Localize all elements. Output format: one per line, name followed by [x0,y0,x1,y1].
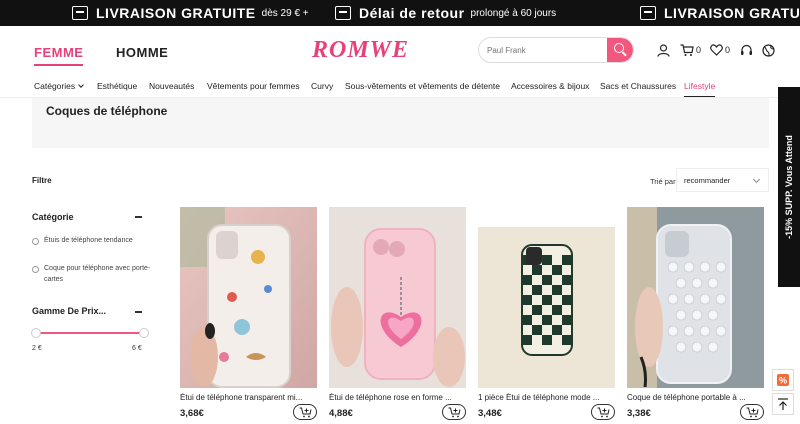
radio-button[interactable] [32,266,39,273]
cart-button[interactable]: 0 [680,43,701,57]
price-slider-track[interactable] [36,332,144,334]
site-header: FEMME HOMME ROMWE 0 0 [0,26,800,76]
search-input[interactable] [479,38,609,62]
promo-sub: prolongé à 60 jours [470,7,557,19]
collapse-icon[interactable] [135,216,142,218]
cart-icon [680,43,694,56]
product-name[interactable]: 1 pièce Étui de téléphone mode ... [478,393,615,402]
promo-title: LIVRAISON GRATUITE [664,5,800,21]
category-nav: Catégories Esthétique Nouveautés Vêtemen… [0,76,800,98]
wishlist-count: 0 [725,45,731,55]
product-image[interactable] [180,207,317,388]
gender-femme-link[interactable]: FEMME [34,45,84,66]
product-price: 3,38€ [627,408,651,419]
collapse-icon[interactable] [135,311,142,313]
nav-item-categories[interactable]: Catégories [34,81,85,91]
search-bar [478,37,634,63]
account-button[interactable] [657,43,670,57]
sort-value: recommander [684,176,731,185]
category-option-label: Coque pour téléphone avec porte-cartes [44,265,151,283]
add-to-cart-button[interactable] [442,404,466,420]
promo-return[interactable]: Délai de retour prolongé à 60 jours [335,0,556,26]
promo-free-shipping-repeat[interactable]: LIVRAISON GRATUITE [640,0,800,26]
nav-item-accessoires[interactable]: Accessoires & bijoux [511,81,589,91]
search-icon [614,43,624,53]
promo-title: Délai de retour [359,5,465,21]
nav-item-nouveautes[interactable]: Nouveautés [149,81,194,91]
product-name[interactable]: Étui de téléphone rose en forme ... [329,393,466,402]
promo-title: LIVRAISON GRATUITE [96,5,256,21]
return-box-icon [335,6,351,20]
nav-item-esthetique[interactable]: Esthétique [97,81,137,91]
price-slider-max-handle[interactable] [139,328,149,338]
product-image[interactable] [329,207,466,388]
truck-icon [640,6,656,20]
back-to-top-button[interactable] [772,393,794,415]
promo-free-shipping[interactable]: LIVRAISON GRATUITE dès 29 € + [72,0,309,26]
page-header-box: Coques de téléphone [32,98,769,148]
category-option[interactable]: Étuis de téléphone tendance [32,235,154,246]
headset-icon [741,44,752,55]
page-title: Coques de téléphone [46,104,168,118]
category-filter-title[interactable]: Catégorie [32,212,74,222]
discount-tag-icon: % [777,374,789,386]
nav-item-sacs-chaussures[interactable]: Sacs et Chaussures [600,81,676,91]
price-slider-min-handle[interactable] [31,328,41,338]
cart-plus-icon [448,407,461,418]
sort-label: Trié par [650,177,676,186]
price-max-value: 6 € [132,345,142,352]
promo-sub: dès 29 € + [261,7,309,19]
chevron-down-icon [752,175,761,184]
category-option-label: Étuis de téléphone tendance [44,237,133,244]
cart-plus-icon [597,407,610,418]
filter-label: Filtre [32,176,52,185]
cart-plus-icon [746,407,759,418]
nav-item-curvy[interactable]: Curvy [311,81,333,91]
wishlist-button[interactable]: 0 [710,43,730,57]
discount-tab-label: -15% SUPP. Vous Attend [784,135,794,239]
nav-item-vetements-femmes[interactable]: Vêtements pour femmes [207,81,300,91]
support-button[interactable] [740,43,753,57]
price-filter-title[interactable]: Gamme De Prix... [32,306,106,316]
radio-button[interactable] [32,238,39,245]
nav-item-lifestyle[interactable]: Lifestyle [684,81,716,97]
chevron-down-icon [78,82,85,88]
language-button[interactable] [762,43,775,57]
user-icon [657,43,670,57]
coupon-button[interactable]: % [772,369,794,391]
nav-item-sous-vetements[interactable]: Sous-vêtements et vêtements de détente [345,81,500,91]
product-image[interactable] [478,207,615,388]
search-button[interactable] [607,38,633,62]
product-price: 3,48€ [478,408,502,419]
globe-icon [762,43,775,57]
product-name[interactable]: Coque de téléphone portable à ... [627,393,764,402]
product-price: 3,68€ [180,408,204,419]
truck-icon [72,6,88,20]
product-image[interactable] [627,207,764,388]
sort-select[interactable]: recommander [676,168,769,192]
cart-plus-icon [299,407,312,418]
gender-homme-link[interactable]: HOMME [116,45,168,60]
cart-count: 0 [696,45,702,55]
add-to-cart-button[interactable] [740,404,764,420]
arrow-up-icon [778,398,788,410]
nav-label: Catégories [34,81,76,91]
site-logo[interactable]: ROMWE [312,37,409,64]
discount-side-tab[interactable]: -15% SUPP. Vous Attend [778,87,800,287]
promo-bar: LIVRAISON GRATUITE dès 29 € + Délai de r… [0,0,800,26]
add-to-cart-button[interactable] [293,404,317,420]
add-to-cart-button[interactable] [591,404,615,420]
product-name[interactable]: Étui de téléphone transparent mi... [180,393,317,402]
category-option[interactable]: Coque pour téléphone avec porte-cartes [32,263,154,285]
heart-icon [710,44,723,56]
product-price: 4,88€ [329,408,353,419]
price-min-value: 2 € [32,345,42,352]
svg-text:%: % [779,376,787,386]
